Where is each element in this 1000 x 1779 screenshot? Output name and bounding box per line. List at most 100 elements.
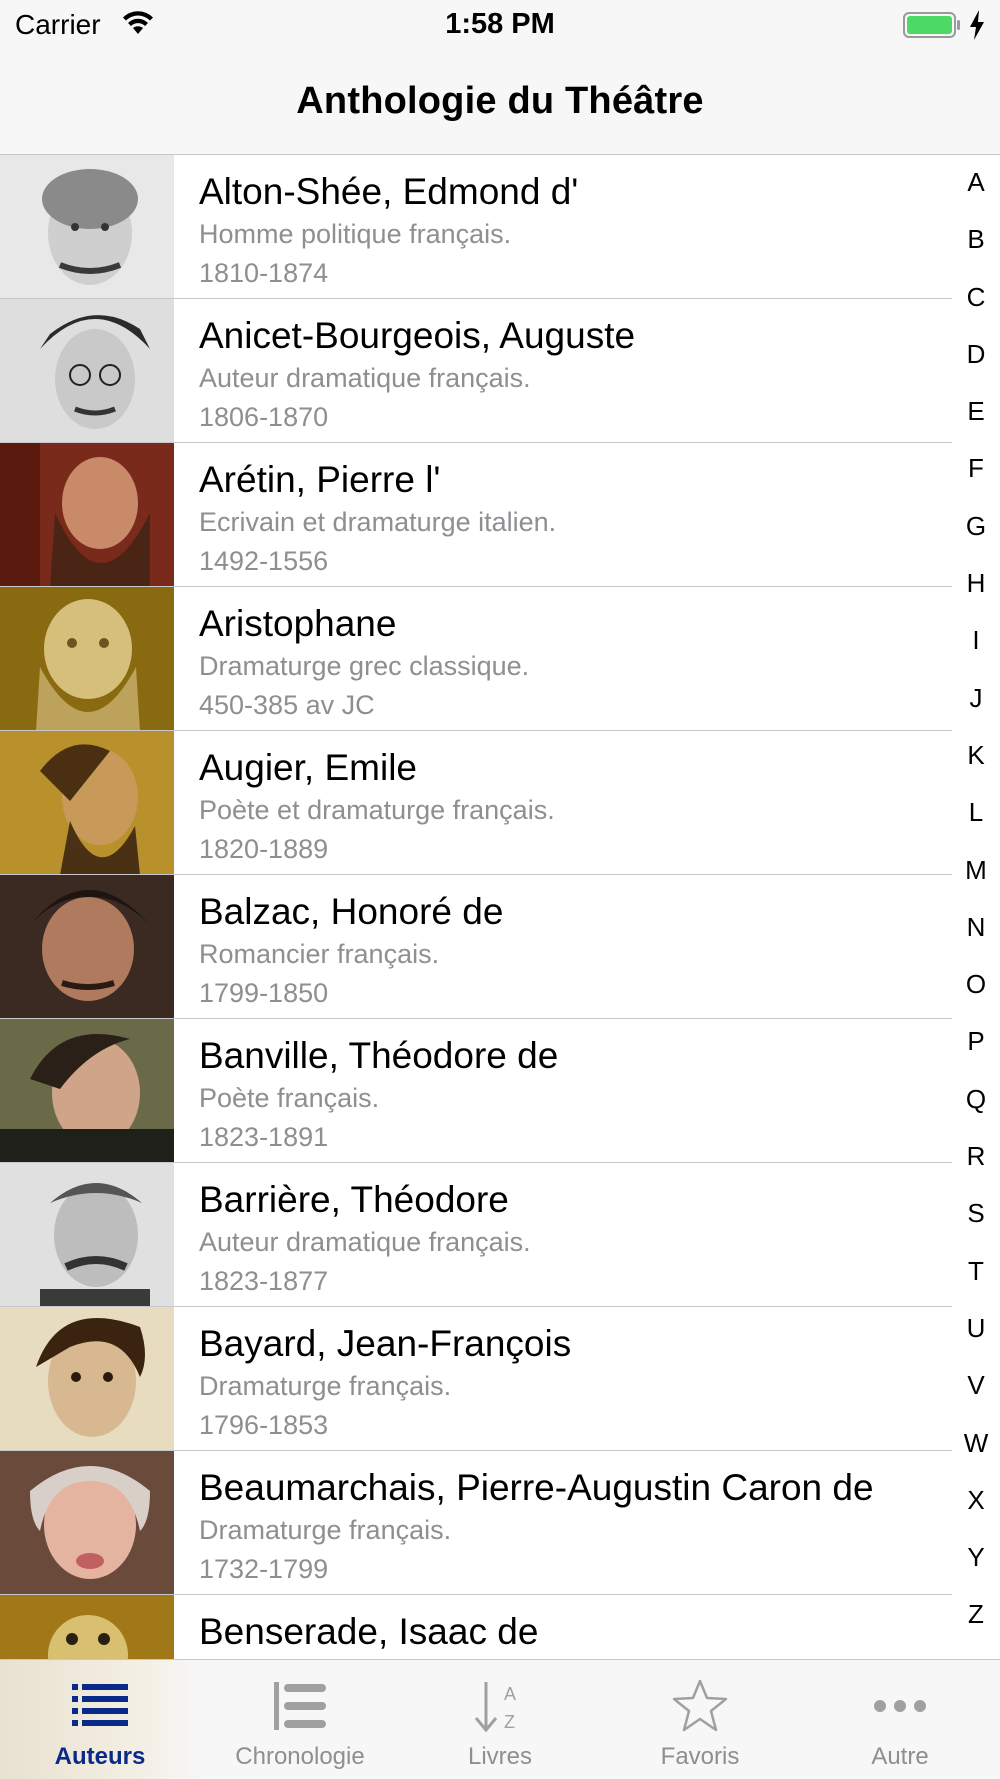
section-index-letter[interactable]: E xyxy=(952,396,1000,453)
author-dates: 450-385 av JC xyxy=(199,690,375,720)
tab-label: Livres xyxy=(467,1743,533,1770)
author-row[interactable]: Augier, Emile Poète et dramaturge frança… xyxy=(0,731,952,875)
author-portrait xyxy=(0,299,174,443)
section-index-letter[interactable]: F xyxy=(952,453,1000,510)
author-portrait xyxy=(0,443,174,587)
author-portrait xyxy=(0,1019,174,1163)
section-index-letter[interactable]: X xyxy=(952,1485,1000,1542)
author-description: Dramaturge grec classique. xyxy=(199,651,530,681)
section-index-letter[interactable]: I xyxy=(952,625,1000,682)
authors-list[interactable]: Alton-Shée, Edmond d' Homme politique fr… xyxy=(0,155,1000,1659)
author-name: Arétin, Pierre l' xyxy=(199,459,441,500)
tab-label: Favoris xyxy=(660,1743,740,1770)
section-index-letter[interactable]: C xyxy=(952,282,1000,339)
tab-chronologie[interactable]: Chronologie xyxy=(200,1660,400,1779)
author-row[interactable]: Bayard, Jean-François Dramaturge françai… xyxy=(0,1307,952,1451)
more-icon xyxy=(874,1700,926,1712)
section-index-letter[interactable]: O xyxy=(952,969,1000,1026)
section-index-letter[interactable]: J xyxy=(952,683,1000,740)
clock: 1:58 PM xyxy=(445,8,555,40)
author-row[interactable]: Anicet-Bourgeois, Auguste Auteur dramati… xyxy=(0,299,952,443)
section-index-letter[interactable]: M xyxy=(952,855,1000,912)
tab-livres[interactable]: A Z Livres xyxy=(400,1660,600,1779)
author-name: Aristophane xyxy=(199,603,397,644)
author-description: Auteur dramatique français. xyxy=(199,363,531,393)
author-row[interactable]: Balzac, Honoré de Romancier français. 17… xyxy=(0,875,952,1019)
author-portrait xyxy=(0,1451,174,1595)
author-row[interactable]: Arétin, Pierre l' Ecrivain et dramaturge… xyxy=(0,443,952,587)
author-row[interactable]: Beaumarchais, Pierre-Augustin Caron de D… xyxy=(0,1451,952,1595)
author-description: Poète français. xyxy=(199,1083,380,1113)
author-name: Augier, Emile xyxy=(199,747,417,788)
tab-label: Auteurs xyxy=(54,1743,146,1770)
author-dates: 1810-1874 xyxy=(199,258,329,288)
author-portrait xyxy=(0,731,174,875)
section-index-letter[interactable]: P xyxy=(952,1026,1000,1083)
section-index-letter[interactable]: R xyxy=(952,1141,1000,1198)
section-index-letter[interactable]: A xyxy=(952,167,1000,224)
author-portrait xyxy=(0,1307,174,1451)
section-index-letter[interactable]: Y xyxy=(952,1542,1000,1599)
author-name: Anicet-Bourgeois, Auguste xyxy=(199,315,636,356)
section-index-letter[interactable]: B xyxy=(952,224,1000,281)
section-index-letter[interactable]: G xyxy=(952,511,1000,568)
author-dates: 1732-1799 xyxy=(199,1554,329,1584)
author-row[interactable]: Benserade, Isaac de xyxy=(0,1595,952,1659)
charging-bolt-icon xyxy=(970,10,984,40)
list-icon xyxy=(72,1684,128,1726)
author-dates: 1799-1850 xyxy=(199,978,329,1008)
navigation-bar: Anthologie du Théâtre xyxy=(0,50,1000,155)
author-description: Romancier français. xyxy=(199,939,440,969)
author-description: Dramaturge français. xyxy=(199,1515,452,1545)
author-name: Banville, Théodore de xyxy=(199,1035,559,1076)
tab-favoris[interactable]: Favoris xyxy=(600,1660,800,1779)
section-index-letter[interactable]: Q xyxy=(952,1084,1000,1141)
author-dates: 1823-1877 xyxy=(199,1266,329,1296)
tab-autre[interactable]: Autre xyxy=(800,1660,1000,1779)
section-index-letter[interactable]: N xyxy=(952,912,1000,969)
author-description: Dramaturge français. xyxy=(199,1371,452,1401)
author-name: Barrière, Théodore xyxy=(199,1179,509,1220)
section-index-letter[interactable]: H xyxy=(952,568,1000,625)
author-portrait xyxy=(0,587,174,731)
author-portrait xyxy=(0,155,174,299)
author-portrait xyxy=(0,1595,174,1659)
section-index-letter[interactable]: U xyxy=(952,1313,1000,1370)
section-index-letter[interactable]: V xyxy=(952,1370,1000,1427)
author-row[interactable]: Alton-Shée, Edmond d' Homme politique fr… xyxy=(0,155,952,299)
svg-text:A: A xyxy=(504,1684,516,1704)
tab-label: Autre xyxy=(871,1743,929,1770)
page-title: Anthologie du Théâtre xyxy=(296,80,704,122)
star-icon xyxy=(672,1679,728,1732)
author-name: Bayard, Jean-François xyxy=(199,1323,572,1364)
section-index-letter[interactable]: T xyxy=(952,1256,1000,1313)
section-index-letter[interactable]: W xyxy=(952,1428,1000,1485)
author-description: Poète et dramaturge français. xyxy=(199,795,555,825)
author-row[interactable]: Barrière, Théodore Auteur dramatique fra… xyxy=(0,1163,952,1307)
tab-auteurs[interactable]: Auteurs xyxy=(0,1660,200,1779)
section-index-letter[interactable]: Z xyxy=(952,1599,1000,1656)
section-index-letter[interactable]: D xyxy=(952,339,1000,396)
tab-label: Chronologie xyxy=(235,1743,365,1770)
author-dates: 1796-1853 xyxy=(199,1410,329,1440)
author-name: Benserade, Isaac de xyxy=(199,1611,539,1652)
author-dates: 1492-1556 xyxy=(199,546,329,576)
author-description: Ecrivain et dramaturge italien. xyxy=(199,507,557,537)
section-index-letter[interactable]: L xyxy=(952,797,1000,854)
author-description: Auteur dramatique français. xyxy=(199,1227,531,1257)
author-dates: 1806-1870 xyxy=(199,402,329,432)
author-portrait xyxy=(0,1163,174,1307)
author-description: Homme politique français. xyxy=(199,219,512,249)
author-dates: 1820-1889 xyxy=(199,834,329,864)
author-dates: 1823-1891 xyxy=(199,1122,329,1152)
section-index-letter[interactable]: S xyxy=(952,1198,1000,1255)
author-row[interactable]: Aristophane Dramaturge grec classique. 4… xyxy=(0,587,952,731)
svg-text:Z: Z xyxy=(504,1712,515,1732)
author-name: Balzac, Honoré de xyxy=(199,891,504,932)
section-index[interactable]: A B C D E F G H I J K L M N O P Q R S T … xyxy=(952,167,1000,1657)
author-name: Alton-Shée, Edmond d' xyxy=(199,171,579,212)
section-index-letter[interactable]: K xyxy=(952,740,1000,797)
author-row[interactable]: Banville, Théodore de Poète français. 18… xyxy=(0,1019,952,1163)
author-portrait xyxy=(0,875,174,1019)
battery-icon xyxy=(903,12,960,38)
